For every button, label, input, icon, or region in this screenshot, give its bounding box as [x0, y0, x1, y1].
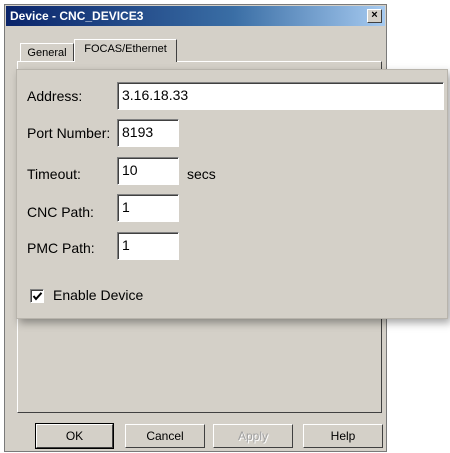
port-number-input[interactable]: 8193 [117, 119, 179, 147]
title-bar[interactable]: Device - CNC_DEVICE3 × [6, 6, 385, 26]
timeout-label: Timeout: [27, 166, 81, 182]
cancel-button[interactable]: Cancel [125, 424, 205, 448]
close-icon: × [371, 9, 378, 21]
pmc-path-input[interactable]: 1 [117, 232, 179, 260]
tab-focas-ethernet[interactable]: FOCAS/Ethernet [74, 39, 177, 62]
window-title: Device - CNC_DEVICE3 [10, 9, 144, 23]
tab-general[interactable]: General [20, 43, 74, 61]
screenshot-stage: Device - CNC_DEVICE3 × General FOCAS/Eth… [0, 0, 450, 453]
ok-button[interactable]: OK [35, 423, 114, 449]
enable-device-checkbox[interactable] [30, 289, 44, 303]
cnc-path-label: CNC Path: [27, 204, 94, 220]
close-button[interactable]: × [367, 9, 382, 23]
port-number-label: Port Number: [27, 125, 111, 141]
focas-settings-panel: Address: 3.16.18.33 Port Number: 8193 Ti… [16, 69, 448, 319]
address-input[interactable]: 3.16.18.33 [117, 82, 444, 110]
check-icon [32, 292, 43, 301]
pmc-path-label: PMC Path: [27, 240, 95, 256]
enable-device-label[interactable]: Enable Device [53, 287, 143, 303]
timeout-unit-label: secs [187, 166, 216, 182]
cnc-path-input[interactable]: 1 [117, 194, 179, 222]
timeout-input[interactable]: 10 [117, 157, 179, 185]
help-button[interactable]: Help [303, 424, 383, 448]
apply-button[interactable]: Apply [213, 424, 293, 448]
address-label: Address: [27, 88, 83, 104]
